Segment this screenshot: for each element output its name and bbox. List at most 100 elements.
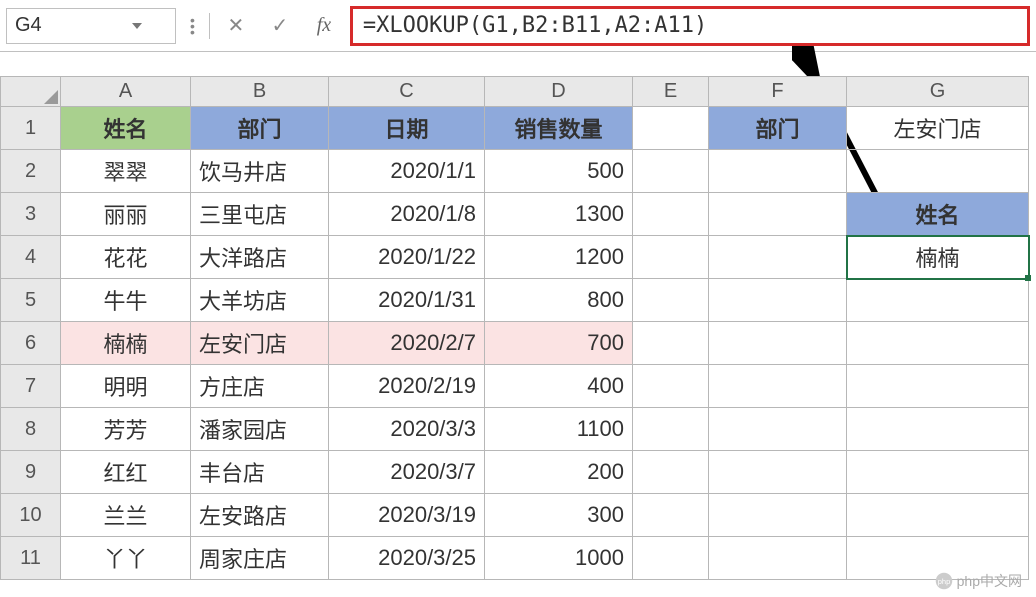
col-header-G[interactable]: G bbox=[847, 77, 1029, 107]
cell-D8[interactable]: 1100 bbox=[485, 408, 633, 451]
cell-B4[interactable]: 大洋路店 bbox=[191, 236, 329, 279]
cell-A10[interactable]: 兰兰 bbox=[61, 494, 191, 537]
cell-F1[interactable]: 部门 bbox=[709, 107, 847, 150]
cell-A4[interactable]: 花花 bbox=[61, 236, 191, 279]
cell-F10[interactable] bbox=[709, 494, 847, 537]
cell-D1[interactable]: 销售数量 bbox=[485, 107, 633, 150]
cell-C6[interactable]: 2020/2/7 bbox=[329, 322, 485, 365]
cell-B2[interactable]: 饮马井店 bbox=[191, 150, 329, 193]
cell-E4[interactable] bbox=[633, 236, 709, 279]
cell-C1[interactable]: 日期 bbox=[329, 107, 485, 150]
cell-B1[interactable]: 部门 bbox=[191, 107, 329, 150]
cell-F6[interactable] bbox=[709, 322, 847, 365]
cell-G8[interactable] bbox=[847, 408, 1029, 451]
cell-C11[interactable]: 2020/3/25 bbox=[329, 537, 485, 580]
cell-E6[interactable] bbox=[633, 322, 709, 365]
fx-icon[interactable]: fx bbox=[306, 14, 342, 37]
cell-G3[interactable]: 姓名 bbox=[847, 193, 1029, 236]
cell-B8[interactable]: 潘家园店 bbox=[191, 408, 329, 451]
cell-F9[interactable] bbox=[709, 451, 847, 494]
cell-G2[interactable] bbox=[847, 150, 1029, 193]
cell-A7[interactable]: 明明 bbox=[61, 365, 191, 408]
cell-E7[interactable] bbox=[633, 365, 709, 408]
cell-E5[interactable] bbox=[633, 279, 709, 322]
cell-A3[interactable]: 丽丽 bbox=[61, 193, 191, 236]
cell-A11[interactable]: 丫丫 bbox=[61, 537, 191, 580]
cell-D3[interactable]: 1300 bbox=[485, 193, 633, 236]
cell-A6[interactable]: 楠楠 bbox=[61, 322, 191, 365]
cell-F11[interactable] bbox=[709, 537, 847, 580]
cell-G6[interactable] bbox=[847, 322, 1029, 365]
cell-G4-selected[interactable]: 楠楠 bbox=[847, 236, 1029, 279]
cell-B5[interactable]: 大羊坊店 bbox=[191, 279, 329, 322]
cell-G1[interactable]: 左安门店 bbox=[847, 107, 1029, 150]
cell-F8[interactable] bbox=[709, 408, 847, 451]
cell-D10[interactable]: 300 bbox=[485, 494, 633, 537]
cell-D5[interactable]: 800 bbox=[485, 279, 633, 322]
cell-C7[interactable]: 2020/2/19 bbox=[329, 365, 485, 408]
cell-E2[interactable] bbox=[633, 150, 709, 193]
row-header-4[interactable]: 4 bbox=[1, 236, 61, 279]
cell-E1[interactable] bbox=[633, 107, 709, 150]
formula-input[interactable]: =XLOOKUP(G1,B2:B11,A2:A11) bbox=[350, 6, 1030, 46]
cell-C9[interactable]: 2020/3/7 bbox=[329, 451, 485, 494]
cell-B9[interactable]: 丰台店 bbox=[191, 451, 329, 494]
cell-C2[interactable]: 2020/1/1 bbox=[329, 150, 485, 193]
name-box-dropdown-icon[interactable] bbox=[91, 23, 175, 29]
cell-B11[interactable]: 周家庄店 bbox=[191, 537, 329, 580]
cell-E8[interactable] bbox=[633, 408, 709, 451]
cell-C4[interactable]: 2020/1/22 bbox=[329, 236, 485, 279]
cell-A2[interactable]: 翠翠 bbox=[61, 150, 191, 193]
name-box[interactable]: G4 bbox=[6, 8, 176, 44]
cell-F3[interactable] bbox=[709, 193, 847, 236]
cell-A1[interactable]: 姓名 bbox=[61, 107, 191, 150]
cell-D2[interactable]: 500 bbox=[485, 150, 633, 193]
cell-F4[interactable] bbox=[709, 236, 847, 279]
col-header-C[interactable]: C bbox=[329, 77, 485, 107]
cell-E9[interactable] bbox=[633, 451, 709, 494]
cell-D6[interactable]: 700 bbox=[485, 322, 633, 365]
cell-D11[interactable]: 1000 bbox=[485, 537, 633, 580]
row-header-11[interactable]: 11 bbox=[1, 537, 61, 580]
col-header-A[interactable]: A bbox=[61, 77, 191, 107]
col-header-E[interactable]: E bbox=[633, 77, 709, 107]
cell-E10[interactable] bbox=[633, 494, 709, 537]
cell-E3[interactable] bbox=[633, 193, 709, 236]
cell-D4[interactable]: 1200 bbox=[485, 236, 633, 279]
cell-E11[interactable] bbox=[633, 537, 709, 580]
row-header-1[interactable]: 1 bbox=[1, 107, 61, 150]
cell-G10[interactable] bbox=[847, 494, 1029, 537]
cell-D7[interactable]: 400 bbox=[485, 365, 633, 408]
cell-B7[interactable]: 方庄店 bbox=[191, 365, 329, 408]
row-header-6[interactable]: 6 bbox=[1, 322, 61, 365]
formula-bar-expand-icon[interactable]: ••• bbox=[184, 18, 201, 34]
cell-F2[interactable] bbox=[709, 150, 847, 193]
cell-B10[interactable]: 左安路店 bbox=[191, 494, 329, 537]
row-header-10[interactable]: 10 bbox=[1, 494, 61, 537]
row-header-3[interactable]: 3 bbox=[1, 193, 61, 236]
row-header-7[interactable]: 7 bbox=[1, 365, 61, 408]
enter-icon[interactable]: ✓ bbox=[262, 13, 298, 38]
cell-A8[interactable]: 芳芳 bbox=[61, 408, 191, 451]
row-header-5[interactable]: 5 bbox=[1, 279, 61, 322]
col-header-B[interactable]: B bbox=[191, 77, 329, 107]
cell-B3[interactable]: 三里屯店 bbox=[191, 193, 329, 236]
row-header-8[interactable]: 8 bbox=[1, 408, 61, 451]
select-all-corner[interactable] bbox=[1, 77, 61, 107]
col-header-D[interactable]: D bbox=[485, 77, 633, 107]
cancel-icon[interactable]: ✕ bbox=[218, 13, 254, 38]
cell-C10[interactable]: 2020/3/19 bbox=[329, 494, 485, 537]
cell-C3[interactable]: 2020/1/8 bbox=[329, 193, 485, 236]
cell-B6[interactable]: 左安门店 bbox=[191, 322, 329, 365]
cell-G5[interactable] bbox=[847, 279, 1029, 322]
cell-F7[interactable] bbox=[709, 365, 847, 408]
row-header-9[interactable]: 9 bbox=[1, 451, 61, 494]
cell-A9[interactable]: 红红 bbox=[61, 451, 191, 494]
cell-F5[interactable] bbox=[709, 279, 847, 322]
cell-G7[interactable] bbox=[847, 365, 1029, 408]
cell-D9[interactable]: 200 bbox=[485, 451, 633, 494]
col-header-F[interactable]: F bbox=[709, 77, 847, 107]
cell-A5[interactable]: 牛牛 bbox=[61, 279, 191, 322]
cell-G9[interactable] bbox=[847, 451, 1029, 494]
cell-C8[interactable]: 2020/3/3 bbox=[329, 408, 485, 451]
